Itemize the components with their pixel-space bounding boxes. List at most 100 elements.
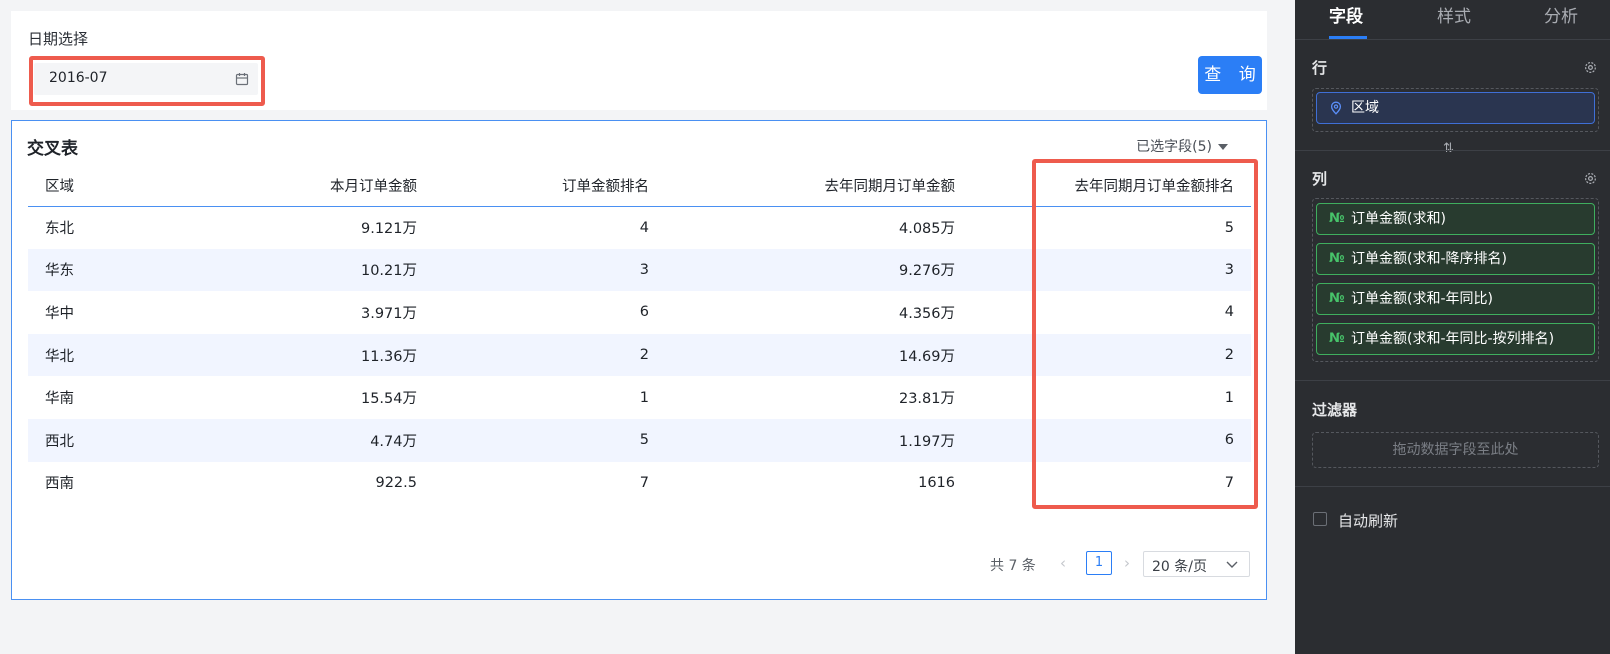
table-cell: 5 — [1224, 219, 1234, 236]
swap-vertical-icon[interactable]: ⇅ — [1443, 141, 1454, 156]
table-cell: 6 — [639, 304, 649, 321]
tab-analysis[interactable]: 分析 — [1544, 2, 1578, 27]
number-icon: № — [1329, 251, 1345, 266]
column-header[interactable]: 订单金额排名 — [434, 166, 666, 207]
row-field-label: 区域 — [1351, 100, 1379, 116]
calendar-icon[interactable] — [235, 72, 249, 86]
column-header[interactable]: 去年同期月订单金额 — [666, 166, 972, 207]
table-cell: 6 — [972, 418, 1251, 462]
next-page-icon[interactable]: › — [1124, 554, 1130, 572]
table-cell: 华北 — [28, 333, 198, 377]
table-cell: 西南 — [45, 476, 74, 493]
table-cell: 1616 — [918, 474, 955, 491]
column-header[interactable]: 区域 — [28, 166, 198, 207]
date-filter-label: 日期选择 — [28, 30, 89, 48]
section-divider — [1295, 150, 1610, 151]
page-number-button[interactable]: 1 — [1086, 551, 1112, 575]
column-field-pill[interactable]: № 订单金额(求和-年同比) — [1316, 283, 1595, 315]
main-area: 日期选择 2016-07 查 询 交叉表 已选字段(5) 区域 本月订单金额 订… — [0, 0, 1295, 654]
gear-icon[interactable] — [1583, 171, 1598, 186]
table-cell: 2 — [434, 333, 666, 377]
filter-drop-zone[interactable]: 拖动数据字段至此处 — [1312, 432, 1599, 468]
column-header[interactable]: 本月订单金额 — [198, 166, 434, 207]
table-cell: 3.971万 — [360, 305, 417, 322]
chevron-down-icon — [1226, 561, 1238, 568]
selected-fields-dropdown[interactable]: 已选字段(5) — [1136, 136, 1228, 156]
prev-page-icon[interactable]: ‹ — [1060, 554, 1066, 572]
table-row: 西南 922.5 7 1616 7 — [28, 462, 1251, 505]
query-button[interactable]: 查 询 — [1198, 56, 1262, 94]
row-section-title: 行 — [1312, 59, 1328, 77]
table-cell: 1.197万 — [666, 418, 972, 462]
table-cell: 11.36万 — [198, 333, 434, 377]
tab-style[interactable]: 样式 — [1437, 2, 1471, 27]
table-cell: 4.085万 — [898, 221, 955, 238]
table-cell: 4.356万 — [898, 305, 955, 322]
column-field-label: 订单金额(求和-年同比) — [1351, 291, 1493, 307]
table-cell: 7 — [639, 474, 649, 491]
table-row: 华北 11.36万 2 14.69万 2 — [28, 333, 1251, 377]
table-row: 东北 9.121万 4 4.085万 5 — [28, 206, 1251, 249]
table-title: 交叉表 — [27, 139, 78, 159]
table-cell: 15.54万 — [360, 391, 417, 408]
table-cell: 华东 — [28, 248, 198, 292]
page-size-select[interactable]: 20 条/页 — [1143, 551, 1250, 577]
filter-section-title: 过滤器 — [1312, 401, 1358, 419]
table-row: 华中 3.971万 6 4.356万 4 — [28, 291, 1251, 334]
table-cell: 7 — [1224, 474, 1234, 491]
gear-icon[interactable] — [1583, 60, 1598, 75]
table-cell: 23.81万 — [898, 391, 955, 408]
table-cell: 4.74万 — [198, 418, 434, 462]
table-cell: 9.276万 — [666, 248, 972, 292]
table-cell: 14.69万 — [666, 333, 972, 377]
location-pin-icon — [1330, 101, 1342, 115]
table-cell: 西北 — [28, 418, 198, 462]
table-cell: 922.5 — [375, 474, 417, 491]
section-divider — [1295, 380, 1610, 381]
table-cell: 3 — [434, 248, 666, 292]
column-field-pill[interactable]: № 订单金额(求和-年同比-按列排名) — [1316, 323, 1595, 355]
auto-refresh-checkbox[interactable] — [1313, 512, 1327, 526]
cross-table-card: 交叉表 已选字段(5) 区域 本月订单金额 订单金额排名 去年同期月订单金额 去… — [11, 120, 1267, 600]
column-section-title: 列 — [1312, 170, 1328, 188]
number-icon: № — [1329, 331, 1345, 346]
date-filter-card: 日期选择 2016-07 查 询 — [11, 11, 1267, 110]
pagination: 共 7 条 ‹ 1 › 20 条/页 — [980, 551, 1250, 577]
active-tab-indicator — [1329, 36, 1367, 39]
cross-table: 区域 本月订单金额 订单金额排名 去年同期月订单金额 去年同期月订单金额排名 东… — [28, 166, 1251, 504]
table-cell: 4 — [639, 219, 649, 236]
table-cell: 1 — [1224, 389, 1234, 406]
table-cell: 1 — [639, 389, 649, 406]
auto-refresh-label[interactable]: 自动刷新 — [1338, 510, 1398, 531]
table-cell: 5 — [434, 418, 666, 462]
caret-down-icon — [1218, 144, 1228, 150]
selected-fields-label: 已选字段(5) — [1136, 139, 1212, 155]
table-cell: 华南 — [45, 391, 74, 408]
number-icon: № — [1329, 291, 1345, 306]
table-cell: 4 — [1224, 304, 1234, 321]
number-icon: № — [1329, 211, 1345, 226]
tab-fields[interactable]: 字段 — [1329, 2, 1363, 27]
table-header-row: 区域 本月订单金额 订单金额排名 去年同期月订单金额 去年同期月订单金额排名 — [28, 166, 1251, 207]
table-row: 华南 15.54万 1 23.81万 1 — [28, 376, 1251, 419]
table-row: 华东 10.21万 3 9.276万 3 — [28, 248, 1251, 292]
row-field-pill[interactable]: 区域 — [1316, 92, 1595, 124]
column-header[interactable]: 去年同期月订单金额排名 — [972, 166, 1251, 207]
panel-tabs: 字段 样式 分析 — [1295, 0, 1610, 40]
page-size-value: 20 条/页 — [1152, 559, 1207, 575]
date-value: 2016-07 — [49, 70, 108, 86]
table-cell: 9.121万 — [360, 221, 417, 238]
column-field-label: 订单金额(求和-年同比-按列排名) — [1351, 331, 1555, 347]
table-cell: 东北 — [45, 221, 74, 238]
date-picker-input[interactable]: 2016-07 — [34, 63, 258, 95]
column-field-pill[interactable]: № 订单金额(求和) — [1316, 203, 1595, 235]
field-config-panel: 字段 样式 分析 行 区域 ⇅ 列 № 订单金额(求和) № 订单金额(求和-降… — [1295, 0, 1610, 654]
table-cell: 华中 — [45, 305, 74, 322]
table-row: 西北 4.74万 5 1.197万 6 — [28, 418, 1251, 462]
table-cell: 3 — [972, 248, 1251, 292]
table-cell: 10.21万 — [198, 248, 434, 292]
section-divider — [1295, 486, 1610, 487]
pagination-total: 共 7 条 — [990, 558, 1036, 574]
column-field-pill[interactable]: № 订单金额(求和-降序排名) — [1316, 243, 1595, 275]
column-field-label: 订单金额(求和) — [1351, 211, 1446, 227]
